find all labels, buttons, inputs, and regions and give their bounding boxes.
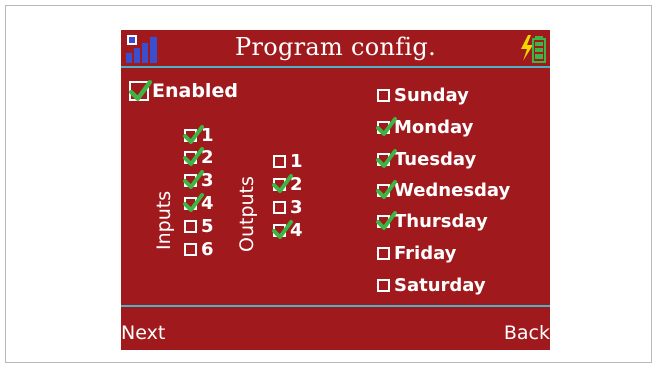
day-friday-label: Friday <box>394 243 457 264</box>
day-wednesday-checkbox[interactable]: Wednesday <box>376 180 511 201</box>
output-3-checkbox[interactable]: 3 <box>273 197 303 218</box>
checkmark-icon <box>129 80 153 101</box>
input-3-box <box>183 170 204 189</box>
device-screen: Program config. Enabled Inputs 1 2 3 4 5 <box>121 30 550 350</box>
day-thursday-checkbox[interactable]: Thursday <box>376 211 488 232</box>
output-2-box <box>272 174 293 193</box>
output-1-label: 1 <box>290 151 303 172</box>
enabled-label: Enabled <box>152 80 238 102</box>
day-wednesday-box <box>376 180 397 199</box>
day-monday-checkbox[interactable]: Monday <box>376 117 474 138</box>
back-button[interactable]: Back <box>504 322 550 344</box>
day-monday-label: Monday <box>394 117 474 138</box>
day-saturday-checkbox[interactable]: Saturday <box>377 275 486 296</box>
day-sunday-checkbox[interactable]: Sunday <box>377 85 469 106</box>
day-sunday-label: Sunday <box>394 85 469 106</box>
checkmark-icon <box>183 147 204 166</box>
checkmark-icon <box>183 193 204 212</box>
next-button[interactable]: Next <box>121 322 165 344</box>
checkmark-icon <box>183 125 204 144</box>
input-4-checkbox[interactable]: 4 <box>183 193 214 214</box>
day-friday-checkbox[interactable]: Friday <box>377 243 456 264</box>
output-1-checkbox[interactable]: 1 <box>273 151 303 172</box>
day-friday-box <box>377 247 390 260</box>
inputs-label: Inputs <box>153 190 175 250</box>
checkmark-icon <box>272 220 293 239</box>
day-wednesday-label: Wednesday <box>394 180 511 201</box>
checkmark-icon <box>376 149 397 168</box>
output-2-checkbox[interactable]: 2 <box>272 174 303 195</box>
checkmark-icon <box>376 211 397 230</box>
input-4-box <box>183 193 204 212</box>
input-6-label: 6 <box>201 239 214 260</box>
input-3-checkbox[interactable]: 3 <box>183 170 214 191</box>
day-thursday-box <box>376 211 397 230</box>
output-4-checkbox[interactable]: 4 <box>272 220 303 241</box>
input-5-box <box>184 220 197 233</box>
checkmark-icon <box>376 180 397 199</box>
output-3-label: 3 <box>290 197 303 218</box>
day-tuesday-checkbox[interactable]: Tuesday <box>376 149 477 170</box>
input-2-checkbox[interactable]: 2 <box>183 147 214 168</box>
day-monday-box <box>376 117 397 136</box>
output-4-box <box>272 220 293 239</box>
input-6-box <box>184 243 197 256</box>
enabled-checkbox[interactable]: Enabled <box>129 80 238 102</box>
day-thursday-label: Thursday <box>394 211 488 232</box>
title-bar: Program config. <box>121 30 550 68</box>
day-saturday-box <box>377 279 390 292</box>
input-1-box <box>183 125 204 144</box>
output-1-box <box>273 155 286 168</box>
input-1-checkbox[interactable]: 1 <box>183 125 214 146</box>
bottom-divider <box>121 305 550 307</box>
checkmark-icon <box>183 170 204 189</box>
battery-charging-icon <box>521 35 546 63</box>
enabled-checkbox-box <box>129 80 153 101</box>
checkmark-icon <box>272 174 293 193</box>
output-3-box <box>273 201 286 214</box>
day-sunday-box <box>377 89 390 102</box>
input-6-checkbox[interactable]: 6 <box>184 239 214 260</box>
day-saturday-label: Saturday <box>394 275 486 296</box>
input-5-checkbox[interactable]: 5 <box>184 216 214 237</box>
page-title: Program config. <box>235 33 436 61</box>
input-2-box <box>183 147 204 166</box>
outputs-label: Outputs <box>236 176 258 252</box>
input-5-label: 5 <box>201 216 214 237</box>
day-tuesday-label: Tuesday <box>394 149 477 170</box>
checkmark-icon <box>376 117 397 136</box>
day-tuesday-box <box>376 149 397 168</box>
